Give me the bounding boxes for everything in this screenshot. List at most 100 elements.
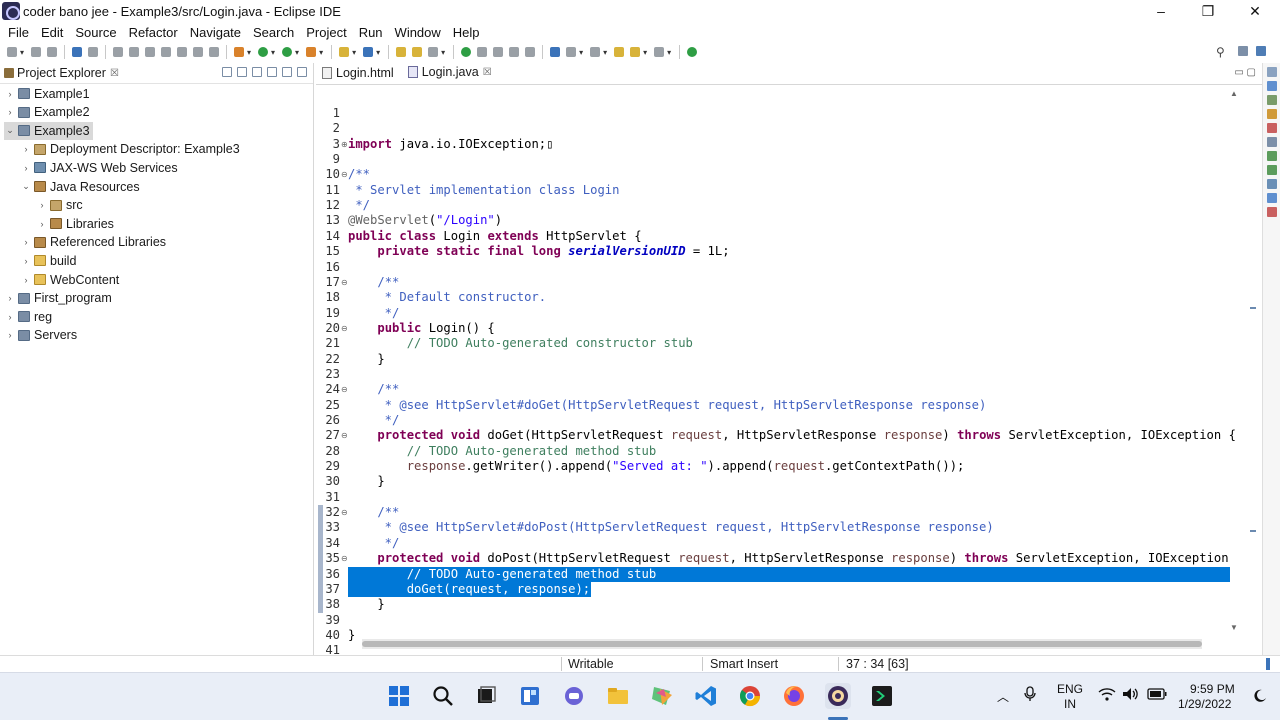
tree-item-jax-ws-web-services[interactable]: › JAX-WS Web Services [20,159,178,177]
show-hidden-icons-icon[interactable]: ︿ [997,688,1009,705]
line-number-gutter[interactable]: 1 2 3 ⊕ 9 10 ⊖ 11 12 13 14 15 16 17 ⊖ 18 19 20 ⊖ 21 22 23 24 ⊖ 2… [316,85,348,657]
collapse-fold-icon[interactable]: ⊖ [341,278,348,287]
tree-item-build[interactable]: › build [20,252,77,270]
status-insert-mode[interactable]: Smart Insert [710,657,778,671]
tab-login-html[interactable]: Login.html [316,62,402,84]
chevron-right-icon[interactable]: › [4,107,16,117]
search-icon[interactable]: ⚲ [1216,45,1225,59]
tree-item-src[interactable]: › src [36,196,83,214]
code-line[interactable]: */ [348,413,400,428]
previous-annotation-icon[interactable] [590,47,601,57]
scroll-down-icon[interactable]: ▼ [1230,623,1238,632]
view-menu-icon[interactable] [267,67,277,77]
outline-icon[interactable] [1266,81,1277,91]
search-taskbar-icon[interactable] [430,683,456,709]
code-line[interactable]: } [348,597,384,612]
close-tab-icon[interactable]: ☒ [483,67,492,78]
block-selection-icon[interactable] [493,47,504,57]
tree-item-reg[interactable]: › reg [4,308,53,326]
minimize-view-icon[interactable] [282,67,292,77]
firefox-icon[interactable] [781,683,807,709]
code-line[interactable]: response.getWriter().append("Served at: … [348,459,965,474]
code-line[interactable]: /** [348,275,399,290]
disconnect-icon[interactable] [161,47,172,57]
chevron-right-icon[interactable]: › [4,312,16,322]
maximize-view-icon[interactable] [297,67,307,77]
open-perspective-icon[interactable] [1238,46,1248,56]
menu-help[interactable]: Help [447,25,486,40]
snippets-icon[interactable] [1266,165,1277,175]
widgets-icon[interactable] [517,683,543,709]
collapse-fold-icon[interactable]: ⊖ [341,170,348,179]
volume-icon[interactable] [1122,687,1140,704]
chevron-right-icon[interactable]: › [20,237,32,247]
new-class-icon[interactable] [363,47,374,57]
tree-item-example2[interactable]: › Example2 [4,103,90,121]
code-line[interactable]: */ [348,198,370,213]
code-line[interactable]: } [348,474,384,489]
globe-icon[interactable] [550,47,561,57]
pilcrow-icon[interactable] [525,47,536,57]
tree-item-referenced-libraries[interactable]: › Referenced Libraries [20,233,167,251]
problems-icon[interactable] [1266,123,1277,133]
task-list-icon[interactable] [1266,95,1277,105]
code-line[interactable]: public Login() { [348,321,494,336]
chevron-right-icon[interactable]: › [4,89,16,99]
debug-dropdown-icon[interactable]: ▾ [247,48,251,57]
java-ee-perspective-icon[interactable] [1256,46,1266,56]
code-line[interactable]: * Servlet implementation class Login [348,183,619,198]
windows-start-icon[interactable] [386,683,412,709]
next-annotation-icon[interactable] [566,47,577,57]
horizontal-scroll-thumb[interactable] [362,641,1202,647]
vertical-scrollbar[interactable]: ▲ ▼ [1228,85,1240,635]
clock-time[interactable]: 9:59 PM [1190,682,1235,696]
back-dropdown-icon[interactable]: ▾ [643,48,647,57]
collapse-fold-icon[interactable]: ⊖ [341,324,348,333]
chevron-down-icon[interactable]: ⌄ [20,181,32,192]
project-explorer-tab[interactable]: Project Explorer [17,66,106,80]
suspend-icon[interactable] [129,47,140,57]
chevron-right-icon[interactable]: › [20,275,32,285]
chevron-right-icon[interactable]: › [36,219,48,229]
code-line[interactable]: // TODO Auto-generated method stub [348,567,656,582]
menu-edit[interactable]: Edit [35,25,69,40]
tree-item-webcontent[interactable]: › WebContent [20,271,120,289]
vscode-icon[interactable] [693,683,719,709]
language-code[interactable]: ENG [1057,682,1083,696]
code-line[interactable]: */ [348,536,400,551]
menu-navigate[interactable]: Navigate [184,25,247,40]
language-region[interactable]: IN [1064,697,1076,711]
minimize-button[interactable]: – [1138,0,1184,22]
code-line[interactable]: @WebServlet("/Login") [348,213,502,228]
external-tools-dropdown-icon[interactable]: ▾ [319,48,323,57]
forward-icon[interactable] [654,47,665,57]
wifi-icon[interactable] [1098,687,1116,704]
new-java-project-icon[interactable] [339,47,350,57]
code-line[interactable]: /** [348,505,399,520]
next-annotation-dropdown-icon[interactable]: ▾ [579,48,583,57]
notifications-icon[interactable] [1252,688,1268,707]
status-cursor-position[interactable]: 37 : 34 [63] [846,657,909,671]
overview-ruler[interactable] [1250,85,1258,635]
terminal-icon[interactable] [72,47,83,57]
chevron-right-icon[interactable]: › [20,256,32,266]
file-explorer-icon[interactable] [605,683,631,709]
task-view-icon[interactable] [473,683,499,709]
code-line[interactable]: /** [348,167,370,182]
menu-source[interactable]: Source [69,25,122,40]
code-line[interactable]: public class Login extends HttpServlet { [348,229,642,244]
debug-icon[interactable] [234,47,245,57]
code-line[interactable]: private static final long serialVersionU… [348,244,729,259]
save-all-icon[interactable] [47,47,58,57]
new-dropdown-icon[interactable]: ▾ [20,48,24,57]
coverage-dropdown-icon[interactable]: ▾ [295,48,299,57]
tree-item-java-resources[interactable]: ⌄ Java Resources [20,178,139,196]
chevron-right-icon[interactable]: › [4,293,16,303]
open-type-icon[interactable] [396,47,407,57]
menu-file[interactable]: File [2,25,35,40]
code-line[interactable]: } [348,352,384,367]
code-line[interactable]: // TODO Auto-generated constructor stub [348,336,693,351]
search-dropdown-icon[interactable]: ▾ [441,48,445,57]
skip-breakpoints-icon[interactable] [88,47,99,57]
code-line[interactable]: * Default constructor. [348,290,546,305]
